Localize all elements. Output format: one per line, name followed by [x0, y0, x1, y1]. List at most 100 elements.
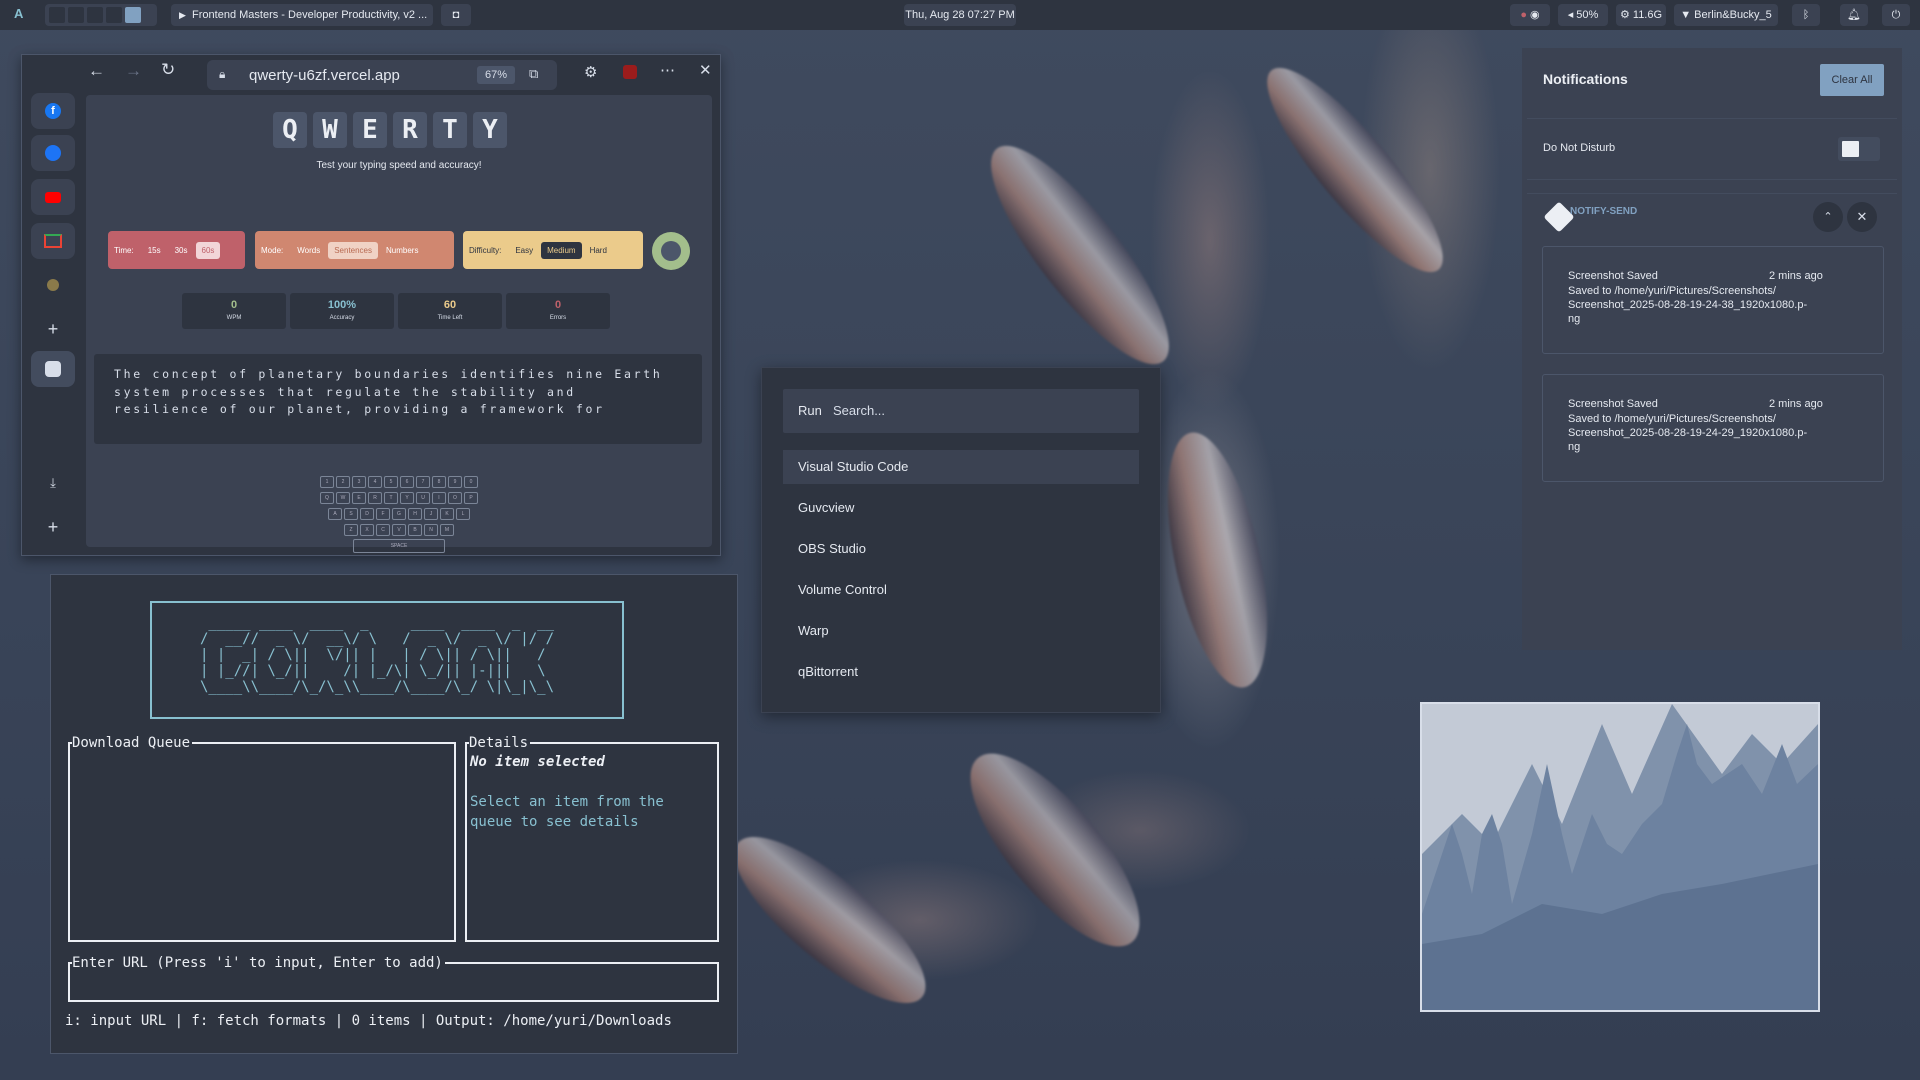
power-button[interactable]: ⏻	[1882, 4, 1910, 26]
volume-value: 50%	[1576, 9, 1599, 21]
toggle-knob	[1842, 141, 1859, 157]
launcher-logo[interactable]: A	[14, 6, 23, 21]
close-icon: ✕	[1856, 209, 1868, 224]
sidebar-gmail[interactable]	[31, 223, 75, 259]
notification-card[interactable]: Screenshot Saved 2 mins ago Saved to /ho…	[1542, 374, 1884, 482]
time-selector: Time: 15s 30s 60s	[108, 231, 245, 269]
clock[interactable]: Thu, Aug 28 07:27 PM	[904, 4, 1016, 26]
keyboard-key[interactable]: X	[360, 524, 374, 536]
sidebar-messenger[interactable]	[31, 135, 75, 171]
dismiss-group-button[interactable]: ✕	[1847, 202, 1877, 232]
details-hint-2: queue to see details	[470, 814, 639, 830]
notification-title: Screenshot Saved	[1568, 398, 1658, 410]
keyboard-key[interactable]: L	[456, 508, 470, 520]
time-option-60[interactable]: 60s	[195, 241, 221, 259]
launcher-item[interactable]: qBittorrent	[783, 655, 1139, 689]
forward-button[interactable]: →	[125, 61, 142, 81]
launcher-item[interactable]: Visual Studio Code	[783, 450, 1139, 484]
theme-toggle[interactable]	[652, 232, 690, 270]
mode-selector: Mode: Words Sentences Numbers	[255, 231, 454, 269]
launcher-item[interactable]: Warp	[783, 614, 1139, 648]
keyboard-key[interactable]: A	[328, 508, 342, 520]
bookmark-icon[interactable]: ⧉	[529, 66, 538, 82]
power-icon: ⏻	[1891, 9, 1901, 21]
sidebar-facebook[interactable]: f	[31, 93, 75, 129]
zoom-level[interactable]: 67%	[477, 66, 515, 84]
sidebar-youtube[interactable]	[31, 179, 75, 215]
forest-image-window[interactable]	[1420, 702, 1820, 1012]
typing-text-area[interactable]: The concept of planetary boundaries iden…	[94, 354, 702, 444]
sidebar-add[interactable]: +	[31, 311, 75, 347]
sidebar-add-bottom[interactable]: +	[31, 509, 75, 545]
details-hint-1: Select an item from the	[470, 794, 664, 810]
sidebar-extension[interactable]	[31, 267, 75, 303]
url-bar[interactable]: 🔒︎ qwerty-u6zf.vercel.app 67% ⧉	[207, 60, 557, 90]
time-option-30[interactable]: 30s	[169, 242, 194, 259]
tray-apps[interactable]: ● ◉	[1510, 4, 1550, 26]
reload-button[interactable]: ↻	[161, 60, 175, 80]
launcher-item[interactable]: OBS Studio	[783, 532, 1139, 566]
logo-letter: Q	[273, 112, 307, 148]
collapse-button[interactable]: ⌃	[1813, 202, 1843, 232]
extensions-button[interactable]: ⚙	[584, 63, 597, 81]
logo-letter: W	[313, 112, 347, 148]
keyboard-key[interactable]: N	[424, 524, 438, 536]
wifi-indicator[interactable]: ▼ Berlin&Bucky_5	[1674, 4, 1778, 26]
keyboard-key[interactable]: M	[440, 524, 454, 536]
stat-value: 0	[230, 299, 238, 311]
launcher-search[interactable]: Run Search...	[783, 389, 1139, 433]
mode-option-sentences[interactable]: Sentences	[328, 241, 379, 259]
keyboard-key[interactable]: C	[376, 524, 390, 536]
keyboard-row: 1234567890	[86, 470, 712, 488]
sidebar-downloads[interactable]: ⤓	[31, 465, 75, 501]
keyboard-key[interactable]: Z	[344, 524, 358, 536]
stat-label: Errors	[549, 315, 567, 321]
sidebar-workspace[interactable]	[31, 351, 75, 387]
ublock-button[interactable]	[623, 65, 637, 79]
dnd-toggle[interactable]	[1838, 137, 1880, 161]
logo-letter: Y	[473, 112, 507, 148]
youtube-icon	[45, 191, 61, 203]
notifications-title: Notifications	[1543, 71, 1628, 87]
launcher-item[interactable]: Volume Control	[783, 573, 1139, 607]
workspace-1[interactable]	[49, 7, 65, 23]
keyboard-key[interactable]: B	[408, 524, 422, 536]
screenshot-button[interactable]: ◘	[441, 4, 471, 26]
difficulty-option-hard[interactable]: Hard	[584, 242, 613, 259]
workspace-2[interactable]	[68, 7, 84, 23]
terminal-window: _____ ____ ____ _ ____ ____ _ __ / __// …	[50, 574, 738, 1054]
notifications-button[interactable]: 🔔︎	[1840, 4, 1868, 26]
menu-button[interactable]: ⋯	[660, 61, 675, 79]
volume-indicator[interactable]: ◂ 50%	[1558, 4, 1608, 26]
download-queue-panel[interactable]: Download Queue	[68, 734, 456, 942]
difficulty-option-medium[interactable]: Medium	[541, 241, 582, 259]
lock-icon: 🔒︎	[219, 67, 226, 81]
keyboard-key[interactable]: V	[392, 524, 406, 536]
workspace-switcher[interactable]	[45, 4, 157, 26]
active-window-title[interactable]: ▶ Frontend Masters - Developer Productiv…	[171, 4, 433, 26]
stat-value: 100%	[327, 299, 357, 311]
memory-indicator[interactable]: ⚙ 11.6G	[1616, 4, 1666, 26]
download-icon: ⤓	[50, 475, 56, 490]
bluetooth-button[interactable]: ᛒ	[1792, 4, 1820, 26]
time-label: Time:	[114, 245, 134, 255]
workspace-3[interactable]	[87, 7, 103, 23]
workspace-5[interactable]	[125, 7, 141, 23]
workspace-4[interactable]	[106, 7, 122, 23]
close-button[interactable]: ✕	[699, 61, 712, 79]
notification-body: Screenshot_2025-08-28-19-24-29_1920x1080…	[1568, 427, 1808, 439]
difficulty-option-easy[interactable]: Easy	[509, 242, 539, 259]
clear-all-button[interactable]: Clear All	[1820, 64, 1884, 96]
notification-time: 2 mins ago	[1769, 398, 1823, 410]
square-icon	[45, 361, 61, 377]
notification-card[interactable]: Screenshot Saved 2 mins ago Saved to /ho…	[1542, 246, 1884, 354]
mode-option-numbers[interactable]: Numbers	[380, 242, 424, 259]
wallpaper-dolphin	[943, 729, 1167, 971]
back-button[interactable]: ←	[88, 61, 105, 81]
mode-option-words[interactable]: Words	[291, 242, 326, 259]
time-option-15[interactable]: 15s	[142, 242, 167, 259]
speaker-icon: ◂	[1567, 9, 1574, 21]
space-key[interactable]: SPACE	[353, 539, 445, 553]
launcher-item[interactable]: Guvcview	[783, 491, 1139, 525]
url-input-panel[interactable]: Enter URL (Press 'i' to input, Enter to …	[68, 954, 719, 1002]
